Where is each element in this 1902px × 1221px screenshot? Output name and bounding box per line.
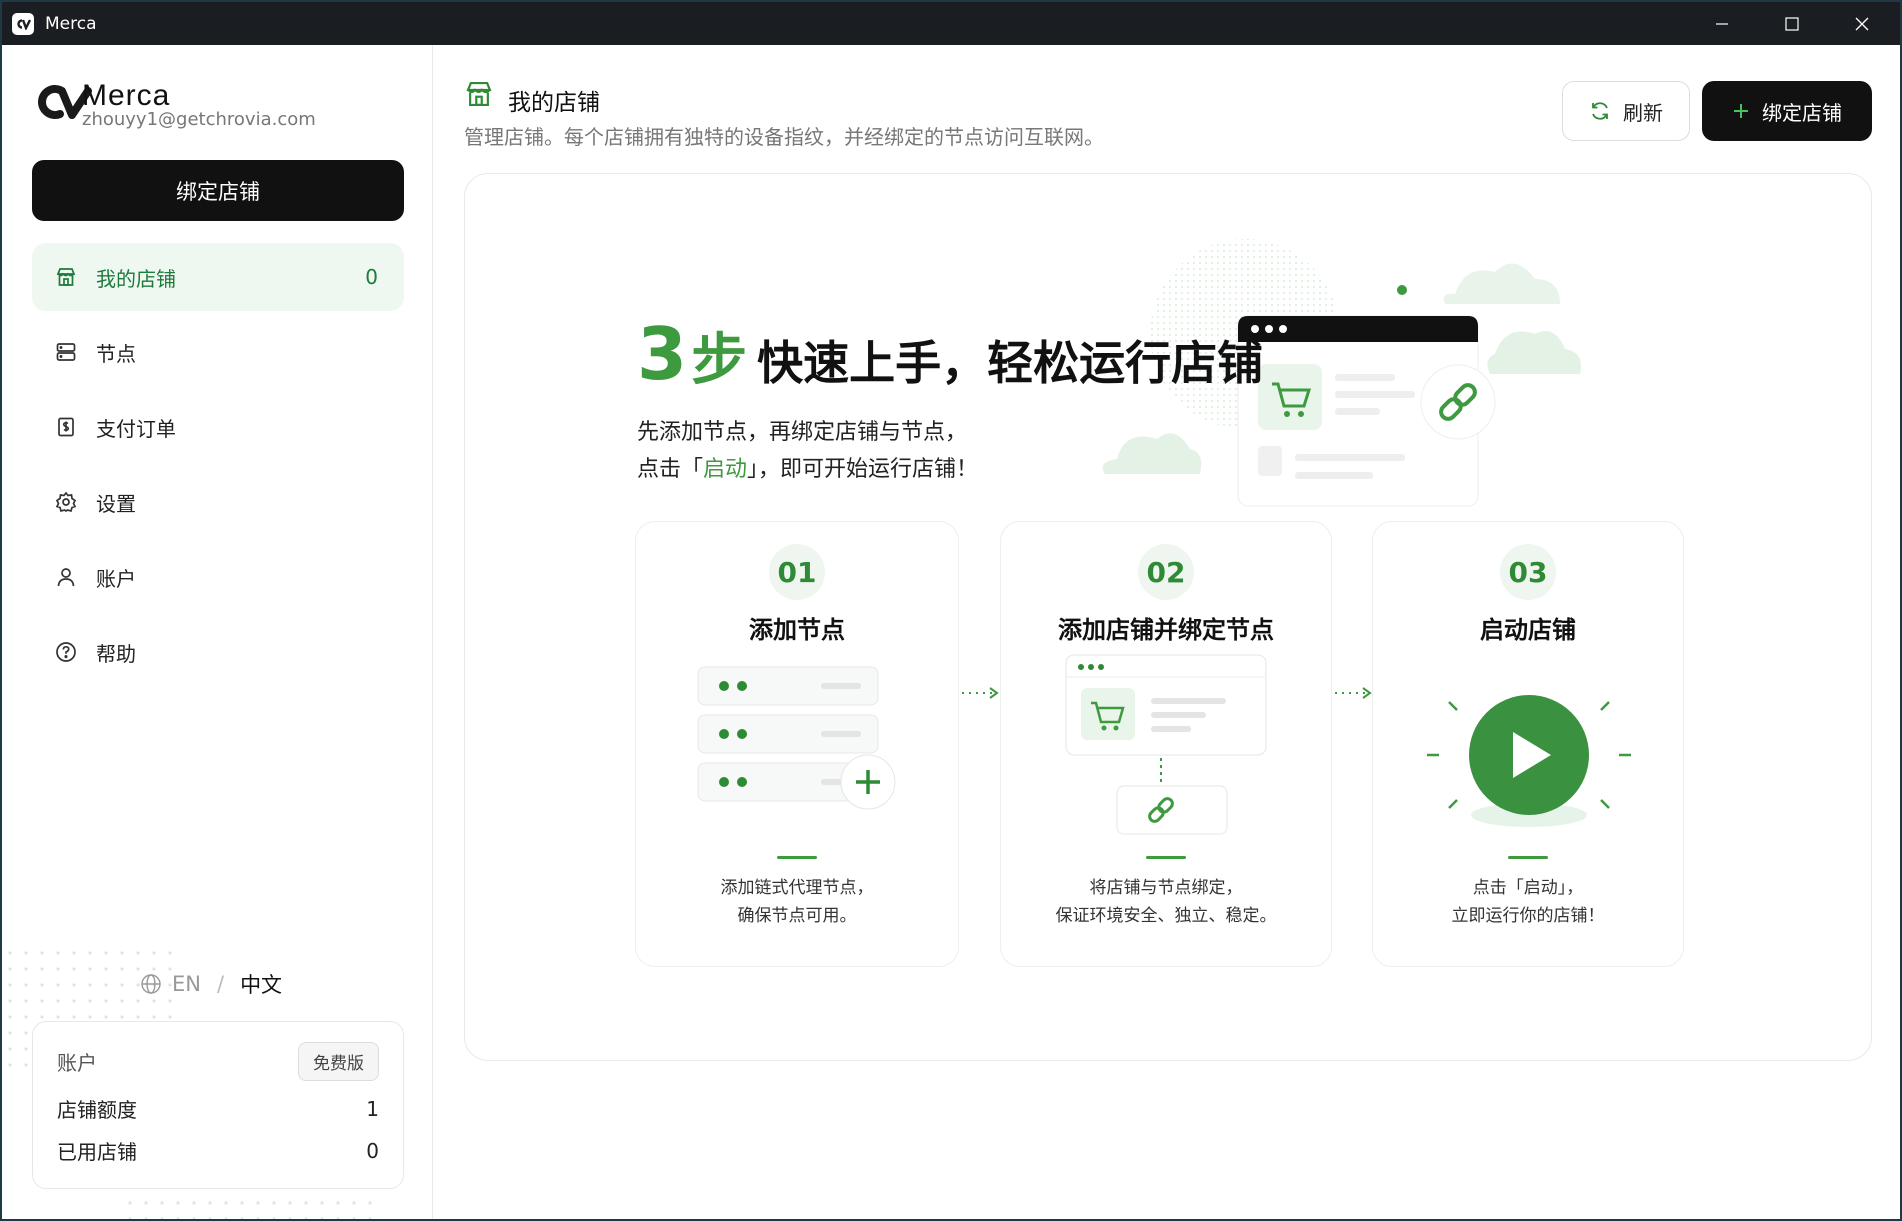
help-icon (54, 640, 78, 664)
store-icon (54, 265, 78, 289)
step-description: 添加链式代理节点， 确保节点可用。 (636, 874, 958, 930)
arrow-right-icon (1335, 687, 1372, 699)
title-bar: Merca (2, 2, 1900, 45)
minimize-button[interactable] (1687, 2, 1757, 45)
plan-badge: 免费版 (298, 1042, 379, 1081)
step-number: 03 (1500, 544, 1556, 600)
maximize-button[interactable] (1757, 2, 1827, 45)
step-card-1: 01 添加节点 添加链式代理节点， 确保节点可用。 (635, 521, 959, 967)
sidebar-item-label: 支付订单 (96, 416, 176, 441)
user-email: zhouyy1@getchrovia.com (82, 109, 316, 130)
step-desc-line: 将店铺与节点绑定， (1089, 878, 1243, 898)
used-stores-label: 已用店铺 (57, 1140, 137, 1164)
lang-zh-option[interactable]: 中文 (240, 969, 282, 999)
sidebar-item-label: 设置 (96, 491, 136, 516)
step-number: 01 (769, 544, 825, 600)
step-description: 将店铺与节点绑定， 保证环境安全、独立、稳定。 (1001, 874, 1331, 930)
store-icon (464, 79, 494, 113)
step-divider (777, 856, 817, 859)
store-link-icon (1065, 654, 1267, 835)
page-subtitle: 管理店铺。每个店铺拥有独特的设备指纹，并经绑定的节点访问互联网。 (464, 125, 1104, 149)
sidebar-item-orders[interactable]: 支付订单 (32, 393, 404, 461)
used-stores-value: 0 (366, 1138, 379, 1163)
step-card-2: 02 添加店铺并绑定节点 将店铺与节点绑定， 保证环境安全、独立、稳定。 (1000, 521, 1332, 967)
step-title: 添加节点 (749, 616, 845, 644)
sidebar-bind-store-button[interactable]: 绑定店铺 (32, 160, 404, 221)
refresh-icon (1592, 102, 1608, 120)
sidebar-item-my-stores[interactable]: 我的店铺 0 (32, 243, 404, 311)
hero-number: 3 (637, 312, 688, 396)
step-desc-line: 添加链式代理节点， (720, 878, 874, 898)
sidebar-item-help[interactable]: 帮助 (32, 618, 404, 686)
bind-store-button[interactable]: 绑定店铺 (1702, 81, 1872, 141)
user-icon (54, 565, 78, 589)
close-icon (1855, 17, 1869, 30)
main-content: 我的店铺 管理店铺。每个店铺拥有独特的设备指纹，并经绑定的节点访问互联网。 刷新… (434, 45, 1900, 1219)
onboarding-card: 3 步 快速上手，轻松运行店铺 先添加节点，再绑定店铺与节点， 点击「启动」，即… (464, 173, 1872, 1061)
hero-line-2-end: 」，即可开始运行店铺！ (747, 457, 979, 482)
step-divider (1508, 856, 1548, 859)
app-logo-icon (12, 12, 34, 35)
sidebar-item-label: 账户 (96, 566, 136, 591)
app-window: Merca Merca zhouyy1@getchrovia.com 绑定店铺 … (2, 2, 1900, 1219)
hero-line-2-start: 点击「 (637, 457, 704, 482)
sidebar-item-nodes[interactable]: 节点 (32, 318, 404, 386)
hero-start-highlight: 启动 (703, 457, 748, 482)
brand-name: Merca (82, 79, 171, 112)
account-label: 账户 (57, 1051, 97, 1075)
plus-icon (1734, 104, 1748, 118)
play-icon (1427, 695, 1631, 827)
sidebar-item-settings[interactable]: 设置 (32, 468, 404, 536)
hero-line-2: 点击「启动」，即可开始运行店铺！ (637, 451, 978, 483)
receipt-icon (54, 415, 78, 439)
arrow-right-icon (962, 687, 999, 699)
close-button[interactable] (1827, 2, 1897, 45)
gear-icon (54, 490, 78, 514)
hero-line-1: 先添加节点，再绑定店铺与节点， (637, 420, 968, 445)
step-description: 点击「启动」， 立即运行你的店铺！ (1373, 874, 1683, 930)
sidebar: Merca zhouyy1@getchrovia.com 绑定店铺 我的店铺 0… (2, 45, 433, 1219)
step-card-3: 03 启动店铺 点击「启动」， 立即运行你的店铺！ (1372, 521, 1684, 967)
hero-step-char: 步 (691, 328, 748, 393)
server-icon (54, 340, 78, 364)
window-title: Merca (45, 13, 97, 34)
decorative-dots (122, 1195, 382, 1219)
quota-value: 1 (366, 1096, 379, 1121)
step-desc-line: 点击「启动」， (1472, 878, 1584, 898)
store-count-badge: 0 (365, 265, 378, 289)
quota-label: 店铺额度 (57, 1098, 137, 1122)
sidebar-item-label: 我的店铺 (96, 266, 176, 291)
sidebar-item-label: 节点 (96, 341, 136, 366)
refresh-label: 刷新 (1623, 100, 1663, 125)
globe-icon (141, 974, 161, 994)
bind-store-label: 绑定店铺 (1762, 100, 1842, 125)
refresh-button[interactable]: 刷新 (1562, 81, 1690, 141)
step-title: 启动店铺 (1480, 616, 1576, 644)
step-desc-line: 保证环境安全、独立、稳定。 (1055, 906, 1277, 926)
step-number: 02 (1138, 544, 1194, 600)
maximize-icon (1785, 16, 1799, 31)
step-divider (1146, 856, 1186, 859)
step-desc-line: 确保节点可用。 (737, 906, 857, 926)
lang-en-option[interactable]: EN (172, 972, 201, 996)
step-title: 添加店铺并绑定节点 (1058, 616, 1274, 644)
account-summary-card: 账户 免费版 店铺额度 1 已用店铺 0 (32, 1021, 404, 1189)
sidebar-item-account[interactable]: 账户 (32, 543, 404, 611)
sidebar-item-label: 帮助 (96, 641, 136, 666)
page-title: 我的店铺 (508, 90, 600, 116)
minimize-icon (1716, 22, 1728, 25)
language-switcher: EN / 中文 (140, 969, 282, 999)
hero-heading: 3 步 快速上手，轻松运行店铺 (637, 318, 1263, 390)
lang-separator: / (216, 972, 225, 996)
step-desc-line: 立即运行你的店铺！ (1451, 906, 1605, 926)
server-stack-icon (697, 666, 896, 810)
hero-title: 快速上手，轻松运行店铺 (757, 336, 1264, 390)
